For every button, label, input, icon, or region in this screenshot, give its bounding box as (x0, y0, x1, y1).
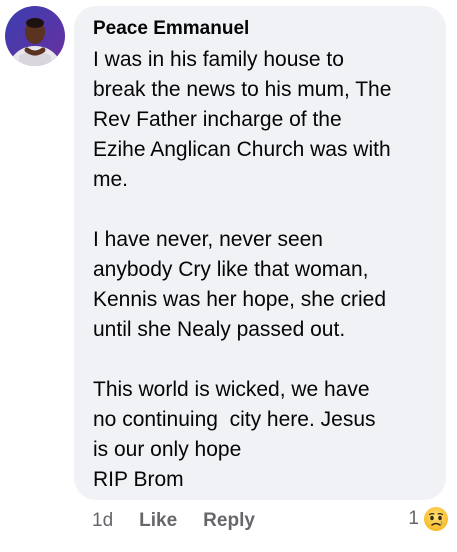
comment-paragraph: I was in his family house to break the n… (93, 48, 392, 191)
comment-actions: 1d Like Reply (92, 510, 281, 532)
like-button[interactable]: Like (139, 510, 177, 532)
author-avatar[interactable] (5, 6, 65, 66)
avatar-photo-icon (5, 6, 65, 66)
reply-button[interactable]: Reply (203, 510, 255, 532)
sad-face-icon (424, 507, 448, 531)
reaction-summary[interactable]: 1 (408, 506, 449, 532)
comment-paragraph: I have never, never seen anybody Cry lik… (93, 228, 387, 341)
reaction-count: 1 (408, 508, 419, 529)
comment-bubble: Peace Emmanuel I was in his family house… (74, 6, 446, 500)
comment-text: I was in his family house to break the n… (93, 45, 436, 495)
comment-paragraph: This world is wicked, we have no continu… (93, 378, 376, 491)
comment-author-name[interactable]: Peace Emmanuel (93, 17, 436, 41)
comment-timestamp[interactable]: 1d (92, 510, 113, 532)
